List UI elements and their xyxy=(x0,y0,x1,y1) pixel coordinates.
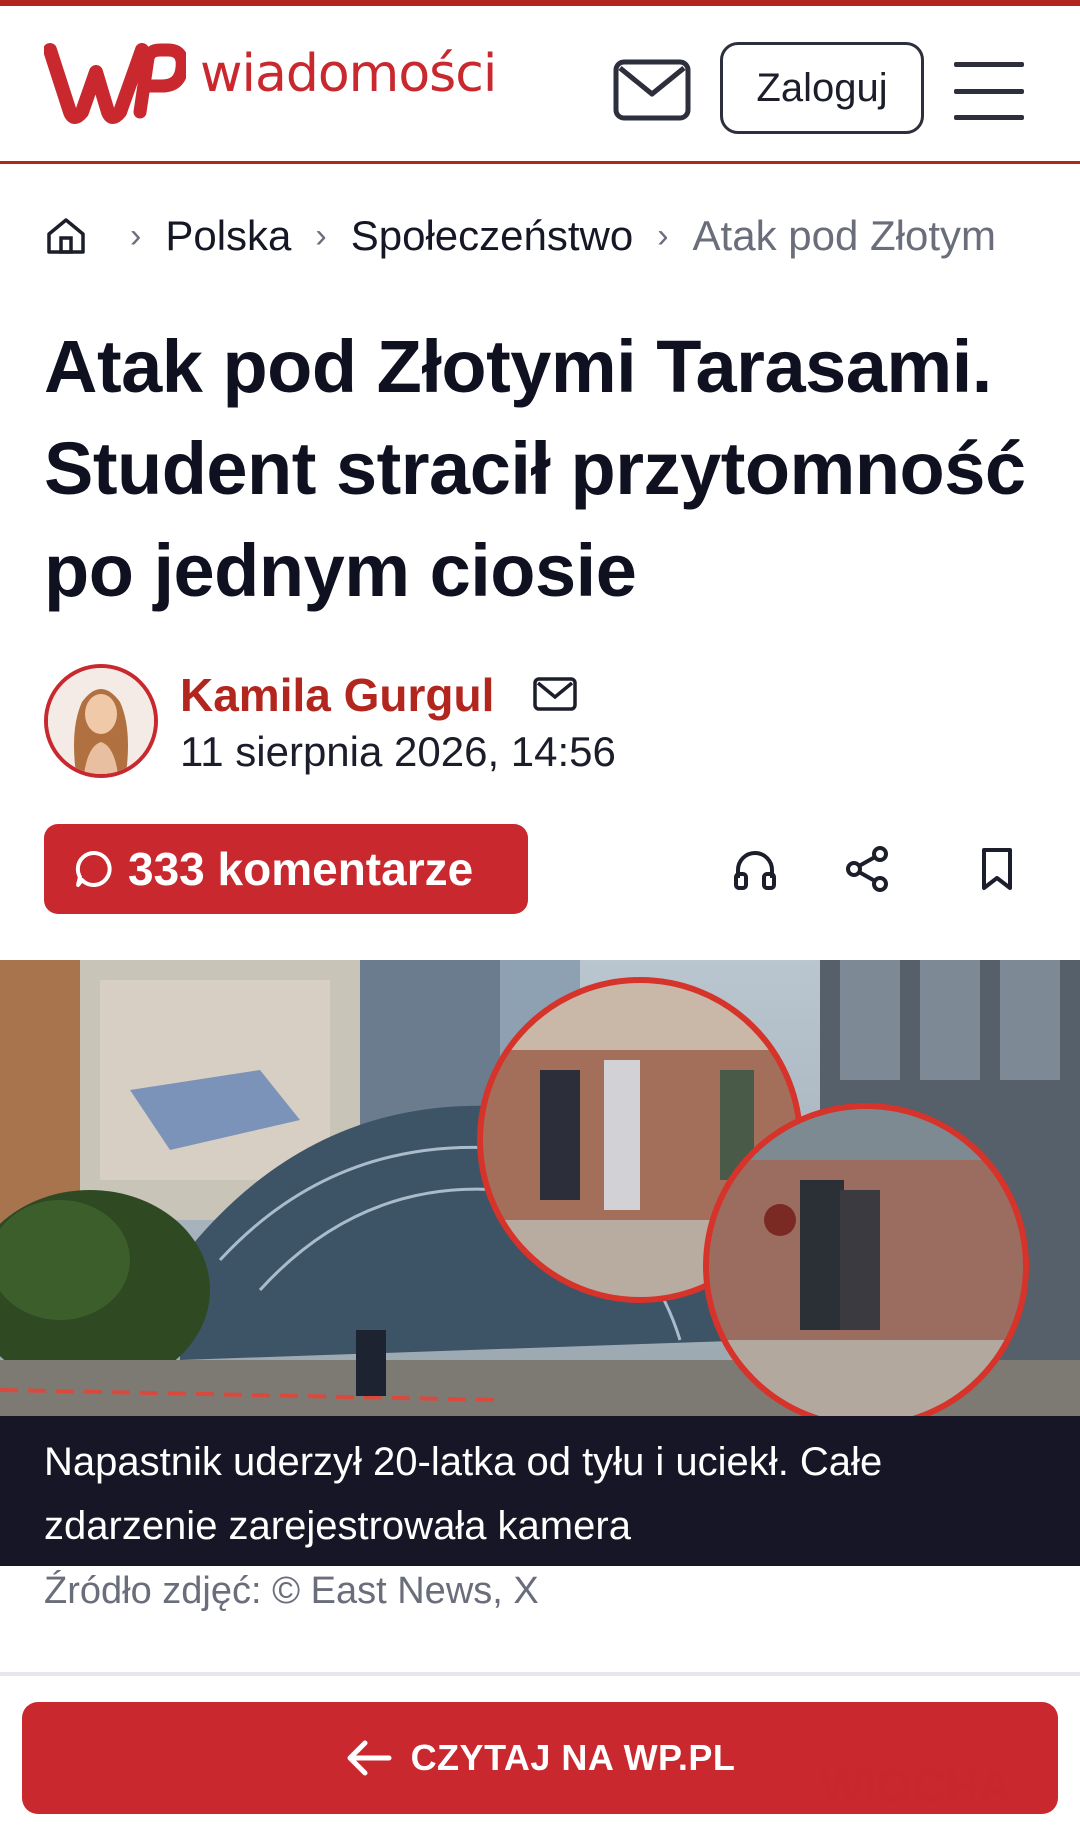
arrow-left-icon xyxy=(347,1740,392,1776)
login-button[interactable]: Zaloguj xyxy=(720,42,924,134)
hero-photo xyxy=(0,960,1080,1416)
site-header: wiadomości Zaloguj xyxy=(0,6,1080,164)
mail-icon[interactable] xyxy=(612,56,692,124)
caption-line: zdarzenie zarejestrowała kamera xyxy=(44,1504,631,1548)
title-line: Student stracił przytomność xyxy=(44,427,1026,510)
share-icon[interactable] xyxy=(842,844,892,894)
breadcrumb-item-polska[interactable]: Polska xyxy=(165,212,291,260)
watermark-text: WIOCHA xyxy=(820,1760,1012,1812)
title-line: Atak pod Złotymi Tarasami. xyxy=(44,325,992,408)
article-title: Atak pod Złotymi Tarasami. Student strac… xyxy=(44,316,1044,622)
publish-date: 11 sierpnia 2026, 14:56 xyxy=(180,728,616,775)
breadcrumb: › Polska › Społeczeństwo › Atak pod Złot… xyxy=(44,206,996,266)
chevron-right-icon: › xyxy=(130,216,142,255)
chevron-right-icon: › xyxy=(315,216,327,255)
watermark-logo: WIOCHA xyxy=(820,1760,1012,1812)
cta-label: CZYTAJ NA WP.PL xyxy=(410,1737,736,1778)
comments-count: 333 komentarze xyxy=(128,843,474,895)
site-logo[interactable]: wiadomości xyxy=(44,42,497,124)
image-caption: Napastnik uderzył 20-latka od tyłu i uci… xyxy=(0,1416,1080,1566)
logo-text: wiadomości xyxy=(200,44,497,104)
bookmark-icon[interactable] xyxy=(972,844,1022,894)
menu-line xyxy=(954,115,1024,120)
author-avatar[interactable] xyxy=(44,664,158,778)
menu-line xyxy=(954,62,1024,67)
comment-icon xyxy=(75,850,112,887)
home-icon[interactable] xyxy=(44,214,88,258)
headphones-icon[interactable] xyxy=(730,844,780,894)
chevron-right-icon: › xyxy=(657,216,669,255)
mail-icon[interactable] xyxy=(532,676,578,712)
menu-icon[interactable] xyxy=(954,62,1024,120)
article-hero-image[interactable] xyxy=(0,960,1080,1416)
wp-logo-icon xyxy=(44,43,186,124)
avatar-image xyxy=(48,668,154,774)
image-source: Źródło zdjęć: © East News, X xyxy=(44,1570,539,1612)
menu-line xyxy=(954,88,1024,94)
comments-button[interactable]: 333 komentarze xyxy=(44,824,528,914)
breadcrumb-item-spoleczenstwo[interactable]: Społeczeństwo xyxy=(351,212,634,260)
title-line: po jednym ciosie xyxy=(44,529,637,612)
caption-line: Napastnik uderzył 20-latka od tyłu i uci… xyxy=(44,1440,883,1484)
breadcrumb-current: Atak pod Złotym xyxy=(692,212,997,259)
author-name[interactable]: Kamila Gurgul xyxy=(180,668,494,722)
divider xyxy=(0,1672,1080,1676)
